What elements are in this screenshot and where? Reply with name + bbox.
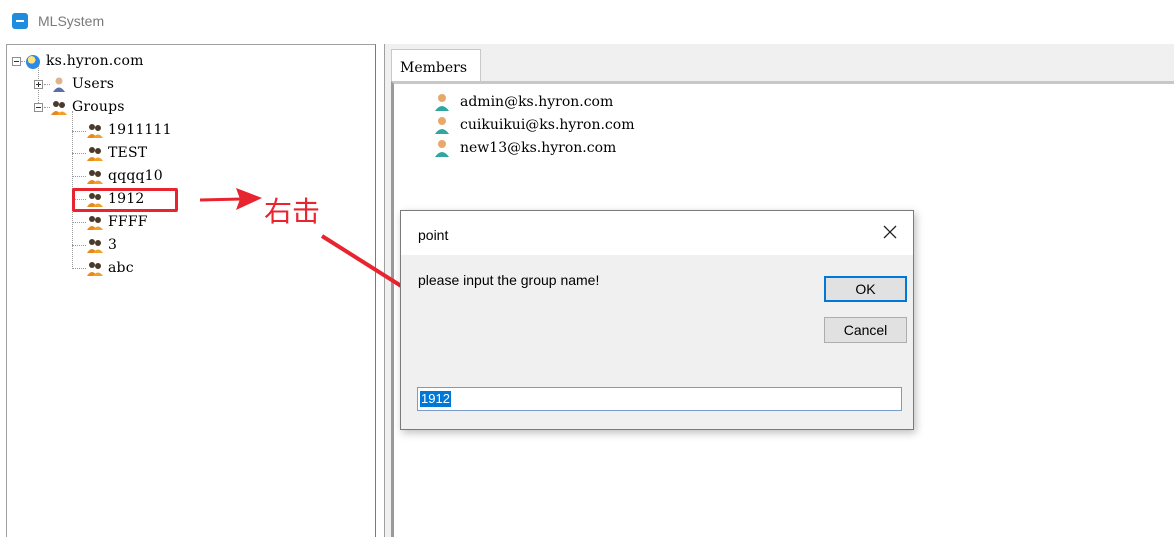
- member-email: admin@ks.hyron.com: [460, 94, 614, 110]
- close-icon[interactable]: [881, 223, 899, 241]
- group-icon: [51, 101, 67, 115]
- tree-node-group[interactable]: qqqq10: [86, 166, 163, 186]
- list-item[interactable]: admin@ks.hyron.com: [434, 92, 613, 112]
- group-icon: [87, 216, 103, 230]
- dialog-message: please input the group name!: [418, 272, 600, 288]
- tree-node-label: Users: [72, 76, 115, 92]
- tree-node-label: 1911111: [108, 122, 172, 138]
- dialog-titlebar: point: [401, 211, 913, 255]
- window-title: MLSystem: [38, 13, 105, 29]
- group-icon: [87, 262, 103, 276]
- tree-node-label: TEST: [108, 145, 148, 161]
- title-bar: MLSystem: [0, 0, 1174, 44]
- tree-node-label: FFFF: [108, 214, 148, 230]
- group-name-input[interactable]: 1912: [417, 387, 902, 411]
- member-email: cuikuikui@ks.hyron.com: [460, 117, 635, 133]
- users-expand-toggle[interactable]: [34, 80, 43, 89]
- tree-node-group[interactable]: FFFF: [86, 212, 148, 232]
- group-icon: [87, 170, 103, 184]
- tree-node-group[interactable]: abc: [86, 258, 134, 278]
- input-dialog: point please input the group name! OK Ca…: [400, 210, 914, 430]
- tree-node-users[interactable]: Users: [50, 74, 114, 94]
- tree-node-label: abc: [108, 260, 134, 276]
- tree-node-label: 3: [108, 237, 118, 253]
- tree-node-label: Groups: [72, 99, 125, 115]
- tree-node-group[interactable]: 1911111: [86, 120, 172, 140]
- group-icon: [87, 239, 103, 253]
- annotation-text: 右击: [264, 195, 321, 228]
- tree-node-label: qqqq10: [108, 168, 163, 184]
- group-icon: [87, 147, 103, 161]
- member-email: new13@ks.hyron.com: [460, 140, 617, 156]
- dialog-title: point: [418, 227, 449, 243]
- tree-node-label: ks.hyron.com: [46, 53, 144, 69]
- list-item[interactable]: new13@ks.hyron.com: [434, 138, 616, 158]
- tree-node-group[interactable]: TEST: [86, 143, 147, 163]
- groups-collapse-toggle[interactable]: [34, 103, 43, 112]
- user-icon: [435, 94, 449, 111]
- tree-node-group[interactable]: 3: [86, 235, 117, 255]
- app-icon: [12, 13, 28, 29]
- root-collapse-toggle[interactable]: [12, 57, 21, 66]
- user-icon: [435, 117, 449, 134]
- group-icon: [87, 124, 103, 138]
- tree-node-groups[interactable]: Groups: [50, 97, 125, 117]
- tree-panel: ks.hyron.com Users Groups 1911111 TEST q…: [6, 44, 376, 537]
- tree-node-root[interactable]: ks.hyron.com: [26, 51, 144, 71]
- tab-members[interactable]: Members: [391, 49, 481, 81]
- ok-button[interactable]: OK: [824, 276, 907, 302]
- domain-icon: [26, 55, 40, 69]
- input-selected-text: 1912: [420, 391, 451, 407]
- user-icon: [53, 77, 65, 92]
- list-item[interactable]: cuikuikui@ks.hyron.com: [434, 115, 634, 135]
- user-icon: [435, 140, 449, 157]
- cancel-button[interactable]: Cancel: [824, 317, 907, 343]
- highlight-annotation-box: [72, 188, 178, 212]
